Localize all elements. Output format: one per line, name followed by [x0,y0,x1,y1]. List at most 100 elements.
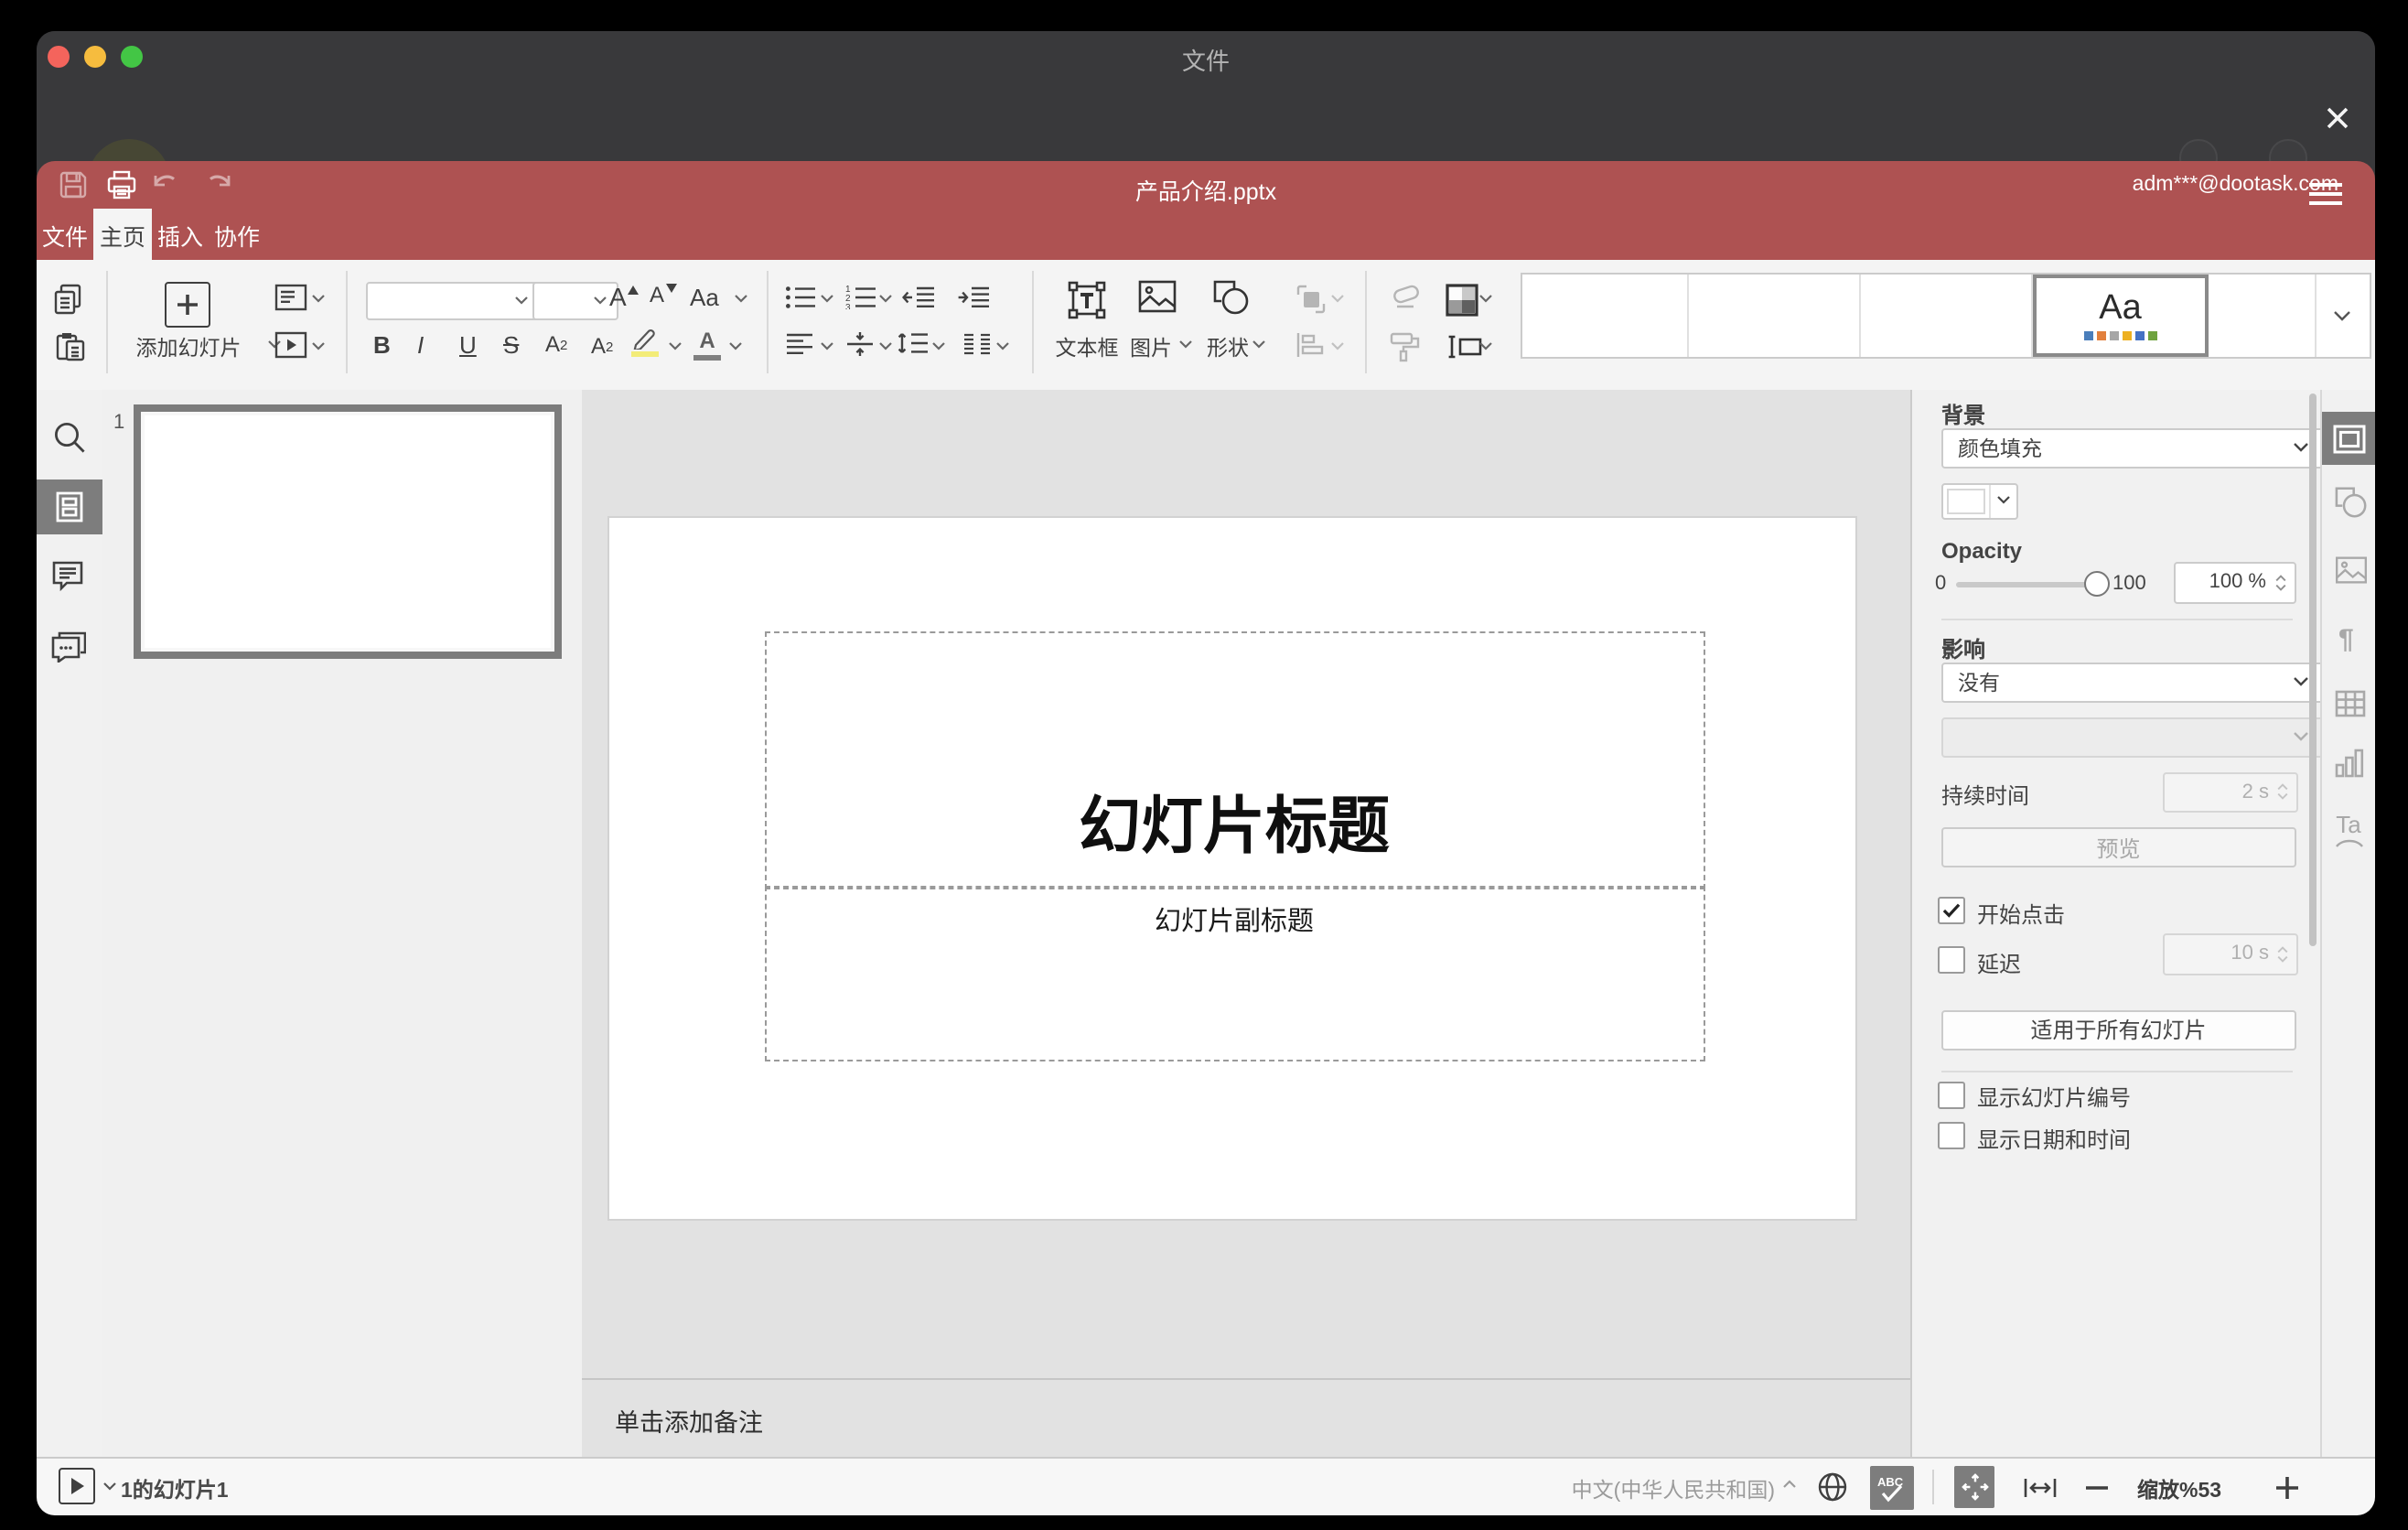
show-slide-number-checkbox[interactable] [1937,1081,1964,1108]
font-color-caret-icon[interactable] [728,341,743,350]
image-button[interactable]: 图片 [1114,333,1188,362]
document-language-globe-icon[interactable] [1817,1471,1848,1503]
table-settings-icon[interactable] [2334,689,2365,717]
spellcheck-toggle-active[interactable]: ABC [1870,1465,1914,1509]
bold-button[interactable]: B [373,331,391,359]
start-click-checkbox-checked[interactable] [1937,897,1964,924]
vertical-align-icon[interactable] [844,331,874,357]
comments-icon[interactable] [51,559,84,590]
notes-area[interactable]: 单击添加备注 [582,1378,1909,1459]
paragraph-settings-icon[interactable]: ¶ [2338,623,2354,654]
arrange-caret-icon [1329,294,1344,303]
slide-size-caret-icon[interactable] [1478,341,1493,350]
decrease-indent-icon[interactable] [901,286,934,309]
tab-collaboration[interactable]: 协作 [209,209,265,260]
tab-home[interactable]: 主页 [93,209,152,260]
increase-indent-icon[interactable] [957,286,990,309]
subtitle-placeholder[interactable]: 幻灯片副标题 [764,886,1704,1061]
effect-select[interactable]: 没有 [1941,663,2325,703]
zoom-out-icon[interactable] [2086,1485,2108,1489]
add-slide-icon[interactable] [165,282,210,328]
spinner-arrows-icon[interactable] [2274,574,2286,591]
theme-cell[interactable] [1689,275,1860,357]
subscript-button[interactable]: A2 [591,333,613,359]
tab-file[interactable]: 文件 [37,209,93,260]
add-slide-button[interactable]: 添加幻灯片 [115,333,262,362]
slide-size-icon[interactable] [1446,333,1481,361]
show-slide-number-label: 显示幻灯片编号 [1977,1085,2132,1111]
theme-cell[interactable] [2208,275,2316,357]
line-spacing-icon[interactable] [897,331,928,355]
slides-panel-toggle-active[interactable] [37,479,102,533]
bullet-list-icon[interactable] [785,286,816,309]
color-scheme-caret-icon[interactable] [1478,294,1493,303]
color-swatch-caret-icon [1989,484,2016,517]
image-icon[interactable] [1138,280,1177,313]
change-case-caret-icon[interactable] [734,294,748,303]
decrease-font-icon[interactable]: A [650,282,678,307]
vertical-align-caret-icon[interactable] [877,341,892,350]
slide-layout-caret-icon[interactable] [310,294,325,303]
horizontal-align-icon[interactable] [785,333,814,355]
opacity-spinner[interactable]: 100 % [2173,562,2295,603]
line-spacing-caret-icon[interactable] [931,341,946,350]
textart-settings-icon[interactable]: Ta [2334,811,2363,847]
highlight-caret-icon[interactable] [667,341,682,350]
strikethrough-button[interactable]: S [503,331,519,359]
start-slideshow-icon[interactable] [274,331,306,359]
close-icon[interactable] [2324,104,2351,132]
italic-button[interactable]: I [417,331,424,359]
start-slideshow-statusbar-icon[interactable] [59,1468,95,1504]
fit-width-icon[interactable] [2024,1477,2057,1499]
theme-cell[interactable] [1860,275,2033,357]
chat-icon[interactable] [51,631,86,663]
tab-insert[interactable]: 插入 [152,209,209,260]
zoom-in-icon[interactable] [2276,1476,2298,1498]
image-settings-icon[interactable] [2334,556,2367,584]
paste-icon[interactable] [55,331,86,362]
font-size-combo[interactable] [532,281,618,319]
fit-slide-toggle-active[interactable] [1954,1466,1994,1508]
numbered-list-icon[interactable]: 123 [844,286,876,309]
language-caret-icon[interactable] [1782,1479,1797,1488]
theme-cell-selected[interactable]: Aa [2033,275,2208,357]
show-date-checkbox[interactable] [1937,1122,1964,1150]
slideshow-caret-icon[interactable] [310,341,325,350]
theme-gallery-expand-icon[interactable] [2316,275,2370,357]
slide-thumbnail[interactable] [133,404,561,658]
slide-layout-icon[interactable] [274,284,306,311]
opacity-slider-track[interactable] [1955,581,2103,587]
fill-color-swatch[interactable] [1941,482,2018,519]
superscript-button[interactable]: A2 [545,331,567,357]
shape-icon[interactable] [1213,280,1250,315]
delay-checkbox[interactable] [1937,946,1964,974]
slideshow-mode-caret-icon[interactable] [102,1482,117,1491]
background-fill-select[interactable]: 颜色填充 [1941,428,2325,469]
columns-caret-icon[interactable] [995,341,1010,350]
color-scheme-icon[interactable] [1445,284,1478,317]
search-icon[interactable] [52,421,85,454]
apply-to-all-slides-button[interactable]: 适用于所有幻灯片 [1941,1009,2295,1051]
highlight-color-icon[interactable] [631,328,659,357]
increase-font-icon[interactable]: A [609,282,640,311]
copy-icon[interactable] [53,284,84,315]
change-case-icon[interactable]: Aa [690,284,719,311]
columns-icon[interactable] [962,333,991,355]
font-name-combo[interactable] [366,281,540,319]
horizontal-align-caret-icon[interactable] [820,341,834,350]
panel-scrollbar[interactable] [2309,393,2317,946]
bullet-list-caret-icon[interactable] [820,294,834,303]
font-color-icon[interactable]: A [693,328,721,361]
shape-settings-icon[interactable] [2334,486,2367,517]
menu-icon[interactable] [2309,183,2342,205]
chart-settings-icon[interactable] [2335,749,2364,778]
shape-caret-icon[interactable] [1252,339,1266,349]
theme-cell[interactable] [1522,275,1689,357]
language-selector[interactable]: 中文(中华人民共和国) [1572,1475,1775,1504]
slide-settings-tab-active[interactable] [2322,412,2375,464]
title-placeholder[interactable]: 幻灯片标题 [764,630,1704,889]
opacity-slider-thumb[interactable] [2084,571,2110,597]
underline-button[interactable]: U [459,331,477,359]
numbered-list-caret-icon[interactable] [877,294,892,303]
textbox-icon[interactable] [1067,280,1107,320]
